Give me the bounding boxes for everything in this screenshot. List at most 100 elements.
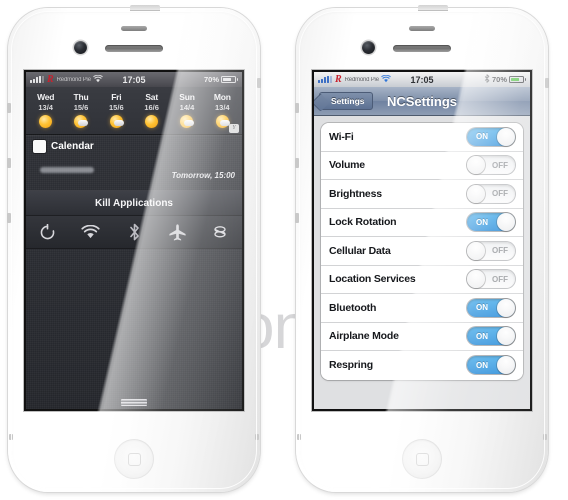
mute-switch[interactable] [295,213,299,223]
sunny-icon [39,115,53,128]
toggle-state: ON [476,360,488,370]
calendar-title: Calendar [51,141,94,152]
home-button-right[interactable] [402,439,442,479]
power-button[interactable] [418,5,448,11]
weather-day-name: Thu [73,92,89,102]
battery-percent: 70% [203,75,219,84]
antenna-notch-left [9,434,13,440]
power-button[interactable] [130,5,160,11]
weather-day-temps: 13/4 [38,103,53,112]
status-bar-right-group: 70% [484,74,526,85]
toggle-location-services[interactable]: OFF [467,270,515,289]
setting-row-lock-rotation[interactable]: Lock Rotation ON [321,208,523,237]
status-bar-left: R Redmond Pie 17:05 70% [26,72,242,87]
settings-list: Wi-Fi ON Volume OFF Brightness OFF Lock … [321,123,523,380]
setting-row-wifi[interactable]: Wi-Fi ON [321,123,523,152]
bluetooth-toggle-icon[interactable] [112,223,155,241]
partly-cloudy-icon [215,115,229,128]
weather-day-name: Sun [179,92,195,102]
toggle-lock-rotation[interactable]: ON [467,213,515,232]
weather-day-name: Wed [37,92,55,102]
sim-tray [545,78,549,88]
volume-down-button[interactable] [7,158,11,168]
weather-day-name: Fri [111,92,122,102]
calendar-widget-header: Calendar [26,135,242,158]
setting-row-respring[interactable]: Respring ON [321,351,523,380]
toggle-cellular-data[interactable]: OFF [467,241,515,260]
notification-center-grabber[interactable] [121,399,147,406]
iphone-left: R Redmond Pie 17:05 70% Wed 13/4 Thu 15/… [7,5,261,492]
partly-cloudy-icon [74,115,88,128]
earpiece-speaker [105,45,163,52]
setting-row-airplane-mode[interactable]: Airplane Mode ON [321,322,523,351]
weather-widget[interactable]: Wed 13/4 Thu 15/6 Fri 15/6 Sat 16/6 Sun … [26,87,242,134]
weather-day-temps: 15/6 [73,103,89,112]
volume-up-button[interactable] [295,103,299,113]
toggle-state: ON [476,331,488,341]
setting-label: Volume [329,159,365,172]
setting-label: Wi-Fi [329,130,354,143]
back-button-settings[interactable]: Settings [319,92,373,110]
airplane-mode-toggle-icon[interactable] [156,223,199,242]
weather-day-temps: 16/6 [144,103,159,112]
home-button-left[interactable] [114,439,154,479]
setting-label: Airplane Mode [329,330,399,343]
toggle-knob [497,298,515,317]
toggle-knob [467,156,485,175]
setting-label: Location Services [329,273,416,286]
setting-row-cellular-data[interactable]: Cellular Data OFF [321,237,523,266]
toggle-brightness[interactable]: OFF [467,184,515,203]
toggle-state: OFF [492,274,508,284]
weather-day-name: Sat [145,92,158,102]
toggle-state: OFF [492,246,508,256]
volume-up-button[interactable] [7,103,11,113]
front-camera [362,41,375,54]
weather-day-name: Mon [213,92,231,102]
toggle-knob [497,213,515,232]
toggle-volume[interactable]: OFF [467,156,515,175]
toggle-wifi[interactable]: ON [467,127,515,146]
respring-toggle-icon[interactable] [26,223,69,241]
weather-day: Sun 14/4 [169,92,204,128]
toggle-bluetooth[interactable]: ON [467,298,515,317]
navigation-bar: Settings NCSettings [314,87,530,116]
toggle-knob [497,327,515,346]
data-toggle-icon[interactable] [199,224,242,240]
setting-row-volume[interactable]: Volume OFF [321,151,523,180]
antenna-notch-right [543,434,547,440]
volume-down-button[interactable] [295,158,299,168]
earpiece-speaker [393,45,451,52]
wifi-toggle-icon[interactable] [69,224,112,240]
partly-cloudy-icon [180,115,194,128]
toggle-state: ON [476,132,488,142]
battery-percent: 70% [491,75,507,84]
ncsettings-app: Settings NCSettings Wi-Fi ON Volume OFF … [314,87,530,409]
toggle-knob [497,127,515,146]
toggle-state: ON [476,217,488,227]
toggle-state: OFF [492,189,508,199]
toggle-knob [467,241,485,260]
antenna-notch-right [255,434,259,440]
iphone-right: R Redmond Pie 17:05 70% Settings NCSetti… [295,5,549,492]
weather-day: Wed 13/4 [28,92,63,128]
setting-label: Bluetooth [329,301,377,314]
toggle-knob [467,270,485,289]
weather-day: Thu 15/6 [63,92,98,128]
toggle-airplane-mode[interactable]: ON [467,327,515,346]
setting-label: Lock Rotation [329,216,397,229]
screen-right: R Redmond Pie 17:05 70% Settings NCSetti… [314,72,530,409]
setting-label: Cellular Data [329,244,391,257]
calendar-event-row[interactable]: Tomorrow, 15:00 [26,158,242,190]
weather-day: Mon 13/4 [205,92,240,128]
setting-row-bluetooth[interactable]: Bluetooth ON [321,294,523,323]
toggle-respring[interactable]: ON [467,356,515,375]
sim-tray [257,78,261,88]
weather-provider-badge: Y [229,124,239,133]
notification-center: Wed 13/4 Thu 15/6 Fri 15/6 Sat 16/6 Sun … [26,87,242,409]
top-speaker-slot [409,26,435,31]
mute-switch[interactable] [7,213,11,223]
kill-applications-button[interactable]: Kill Applications [26,190,242,216]
setting-row-brightness[interactable]: Brightness OFF [321,180,523,209]
setting-row-location-services[interactable]: Location Services OFF [321,265,523,294]
front-camera [74,41,87,54]
